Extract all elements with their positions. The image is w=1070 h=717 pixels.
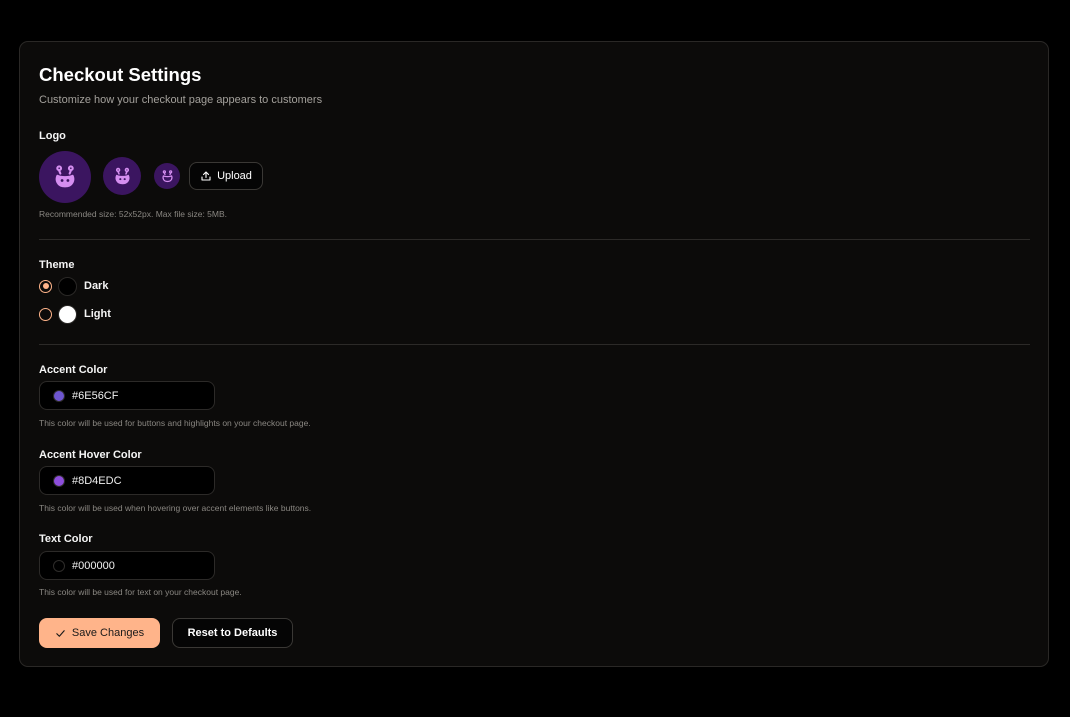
reset-to-defaults-label: Reset to Defaults — [187, 627, 278, 639]
save-changes-button[interactable]: Save Changes — [39, 618, 160, 648]
divider — [39, 344, 1030, 345]
theme-label: Theme — [39, 259, 75, 271]
text-color-label: Text Color — [39, 533, 93, 545]
logo-hint: Recommended size: 52x52px. Max file size… — [39, 209, 228, 219]
hippo-mascot-icon — [161, 169, 173, 182]
radio-selected-dot — [42, 283, 49, 289]
logo-preview-large — [39, 151, 91, 203]
theme-option-label: Light — [84, 308, 111, 320]
hippo-mascot-icon — [55, 165, 75, 188]
theme-option-dark[interactable]: Dark — [39, 276, 108, 296]
text-color-value: #000000 — [72, 559, 115, 572]
logo-label: Logo — [39, 130, 66, 142]
text-color-hint: This color will be used for text on your… — [39, 587, 242, 597]
upload-logo-button[interactable]: Upload — [189, 162, 263, 190]
page-subtitle: Customize how your checkout page appears… — [39, 94, 323, 106]
accent-hover-color-hint: This color will be used when hovering ov… — [39, 503, 312, 513]
theme-option-light[interactable]: Light — [39, 304, 111, 324]
accent-hover-color-swatch[interactable] — [53, 474, 65, 487]
accent-hover-color-label: Accent Hover Color — [39, 449, 142, 461]
accent-hover-color-value: #8D4EDC — [72, 474, 122, 487]
dark-theme-swatch — [58, 276, 77, 296]
text-color-input[interactable]: #000000 — [39, 551, 215, 580]
accent-color-swatch[interactable] — [53, 389, 65, 402]
save-changes-label: Save Changes — [71, 627, 145, 639]
radio-button[interactable] — [39, 307, 52, 321]
light-theme-swatch — [58, 304, 77, 324]
accent-color-value: #6E56CF — [72, 389, 119, 402]
theme-option-label: Dark — [84, 280, 109, 292]
upload-icon — [201, 171, 211, 181]
divider — [39, 239, 1030, 240]
accent-color-label: Accent Color — [39, 364, 108, 376]
logo-preview-small — [154, 163, 180, 189]
logo-preview-medium — [103, 157, 141, 195]
accent-color-input[interactable]: #6E56CF — [39, 381, 215, 410]
reset-to-defaults-button[interactable]: Reset to Defaults — [172, 618, 293, 648]
checkout-settings-card: Checkout Settings Customize how your che… — [19, 41, 1049, 667]
check-icon — [56, 629, 65, 637]
upload-label: Upload — [217, 170, 252, 182]
text-color-swatch[interactable] — [53, 559, 65, 572]
radio-button[interactable] — [39, 279, 52, 293]
accent-color-hint: This color will be used for buttons and … — [39, 418, 311, 428]
page-title: Checkout Settings — [39, 64, 202, 85]
hippo-mascot-icon — [115, 167, 129, 184]
accent-hover-color-input[interactable]: #8D4EDC — [39, 466, 215, 495]
